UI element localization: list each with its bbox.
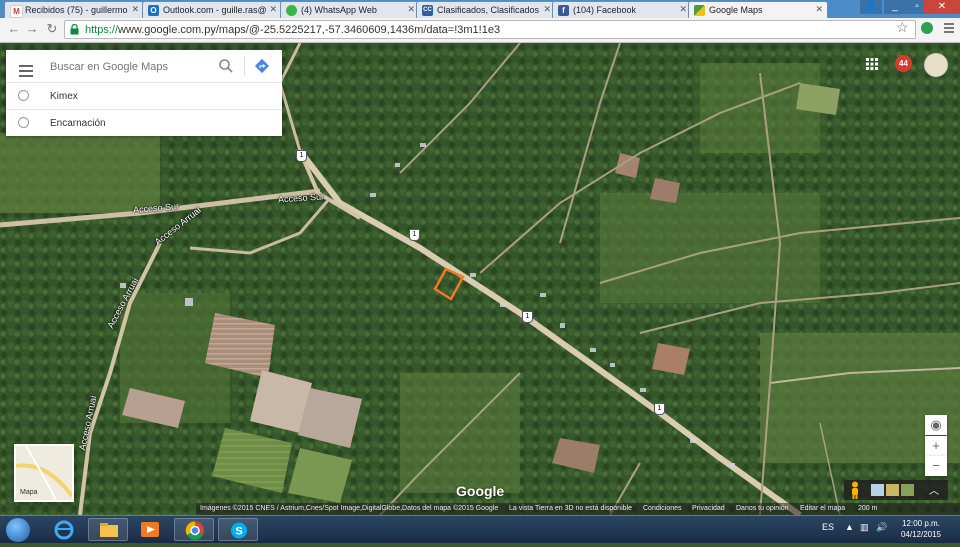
close-icon[interactable]: ✕ bbox=[407, 4, 415, 15]
parcel-outline-marker[interactable] bbox=[433, 267, 465, 301]
divider bbox=[244, 56, 245, 76]
chrome-icon[interactable] bbox=[174, 518, 214, 541]
close-icon[interactable]: ✕ bbox=[543, 4, 551, 15]
route-shield: 1 bbox=[522, 311, 533, 323]
notifications-badge[interactable]: 44 bbox=[895, 55, 912, 72]
network-icon[interactable]: ▥ bbox=[860, 522, 869, 533]
edit-map-link[interactable]: Editar el mapa bbox=[800, 503, 845, 515]
tab-strip: M Recibidos (75) - guillermo ✕ O Outlook… bbox=[0, 0, 960, 18]
url-text: https://www.google.com.py/maps/@-25.5225… bbox=[85, 24, 501, 36]
map-footer: Imágenes ©2015 CNES / Astrium,Cnes/Spot … bbox=[196, 503, 960, 515]
avatar[interactable] bbox=[924, 53, 948, 77]
close-window-button[interactable]: ✕ bbox=[924, 0, 960, 14]
tab-outlook[interactable]: O Outlook.com - guille.ras@ ✕ bbox=[142, 1, 282, 18]
close-icon[interactable]: ✕ bbox=[679, 4, 687, 15]
gmail-icon: M bbox=[10, 5, 23, 18]
svg-text:S: S bbox=[235, 526, 242, 538]
language-indicator[interactable]: ES bbox=[822, 522, 834, 532]
directions-icon[interactable] bbox=[254, 58, 270, 74]
bookmark-star-icon[interactable]: ☆ bbox=[896, 19, 909, 36]
zoom-in-button[interactable]: + bbox=[925, 436, 947, 456]
tab-label: Clasificados, Clasificados bbox=[437, 5, 540, 15]
minimize-button[interactable]: _ bbox=[884, 0, 906, 14]
volume-icon[interactable]: 🔊 bbox=[876, 522, 887, 533]
map-view-toggle[interactable]: Mapa bbox=[14, 444, 74, 502]
history-clock-icon bbox=[18, 90, 29, 101]
feedback-link[interactable]: Danos tu opinión bbox=[736, 503, 789, 515]
imagery-thumbnails[interactable] bbox=[871, 484, 915, 496]
terms-link[interactable]: Condiciones bbox=[643, 503, 682, 515]
tab-label: Outlook.com - guille.ras@ bbox=[163, 5, 267, 15]
media-player-icon[interactable] bbox=[130, 518, 170, 541]
file-explorer-icon[interactable] bbox=[88, 518, 128, 541]
recent-search-item[interactable]: Encarnación bbox=[6, 109, 282, 137]
tray-arrow-icon[interactable]: ▲ bbox=[845, 522, 854, 532]
reload-icon[interactable]: ↻ bbox=[44, 21, 60, 37]
tab-facebook[interactable]: f (104) Facebook ✕ bbox=[552, 1, 692, 18]
internet-explorer-icon[interactable] bbox=[44, 518, 84, 541]
tab-label: (4) WhatsApp Web bbox=[301, 5, 377, 15]
windows-start-button[interactable] bbox=[6, 518, 30, 542]
user-profile-button[interactable]: 👤 bbox=[860, 0, 882, 14]
recent-search-item[interactable]: Kimex bbox=[6, 82, 282, 110]
facebook-icon: f bbox=[558, 5, 569, 16]
pegman-icon[interactable] bbox=[849, 481, 861, 499]
zoom-out-button[interactable]: − bbox=[925, 456, 947, 476]
collapse-chevron-icon[interactable]: ︿ bbox=[929, 482, 939, 497]
3d-notice: La vista Tierra en 3D no está disponible bbox=[509, 505, 632, 512]
chrome-menu-icon[interactable] bbox=[943, 21, 955, 35]
lock-icon bbox=[70, 24, 79, 35]
google-logo: Google bbox=[456, 483, 505, 499]
back-arrow-icon[interactable]: ← bbox=[6, 21, 22, 37]
system-clock[interactable]: 12:00 p.m. 04/12/2015 bbox=[890, 518, 952, 540]
privacy-link[interactable]: Privacidad bbox=[692, 503, 725, 515]
close-icon[interactable]: ✕ bbox=[131, 4, 139, 15]
skype-icon[interactable]: S bbox=[218, 518, 258, 541]
tab-gmail[interactable]: M Recibidos (75) - guillermo ✕ bbox=[4, 1, 144, 18]
attribution-text: Imágenes ©2015 CNES / Astrium,Cnes/Spot … bbox=[200, 505, 499, 512]
close-icon[interactable]: ✕ bbox=[815, 4, 823, 15]
search-input[interactable] bbox=[50, 59, 210, 75]
browser-toolbar: ← → ↻ https://www.google.com.py/maps/@-2… bbox=[0, 18, 960, 43]
route-shield: 1 bbox=[654, 403, 665, 415]
tab-label: (104) Facebook bbox=[573, 5, 637, 15]
history-clock-icon bbox=[18, 117, 29, 128]
tab-whatsapp[interactable]: (4) WhatsApp Web ✕ bbox=[280, 1, 420, 18]
extension-icon[interactable] bbox=[921, 22, 933, 34]
forward-arrow-icon[interactable]: → bbox=[24, 21, 40, 37]
tab-google-maps[interactable]: Google Maps ✕ bbox=[688, 1, 828, 18]
route-shield: 1 bbox=[296, 150, 307, 162]
clasificados-icon: CC bbox=[422, 5, 433, 16]
outlook-icon: O bbox=[148, 5, 159, 16]
google-maps-icon bbox=[694, 5, 705, 16]
tab-clasificados[interactable]: CC Clasificados, Clasificados ✕ bbox=[416, 1, 556, 18]
tab-label: Recibidos (75) - guillermo bbox=[25, 5, 128, 15]
close-icon[interactable]: ✕ bbox=[269, 4, 277, 15]
hamburger-menu-icon[interactable] bbox=[19, 62, 33, 80]
apps-grid-icon[interactable] bbox=[866, 58, 878, 70]
address-bar[interactable]: https://www.google.com.py/maps/@-25.5225… bbox=[64, 20, 916, 39]
route-shield: 1 bbox=[409, 229, 420, 241]
search-panel: Kimex Encarnación bbox=[6, 50, 282, 136]
search-icon[interactable] bbox=[218, 58, 234, 74]
tab-label: Google Maps bbox=[709, 5, 763, 15]
whatsapp-icon bbox=[286, 5, 297, 16]
scale-bar: 200 m bbox=[858, 505, 878, 512]
taskbar: S ES ▲ ▥ 🔊 12:00 p.m. 04/12/2015 bbox=[0, 515, 960, 543]
my-location-button[interactable]: ◉ bbox=[925, 415, 947, 435]
